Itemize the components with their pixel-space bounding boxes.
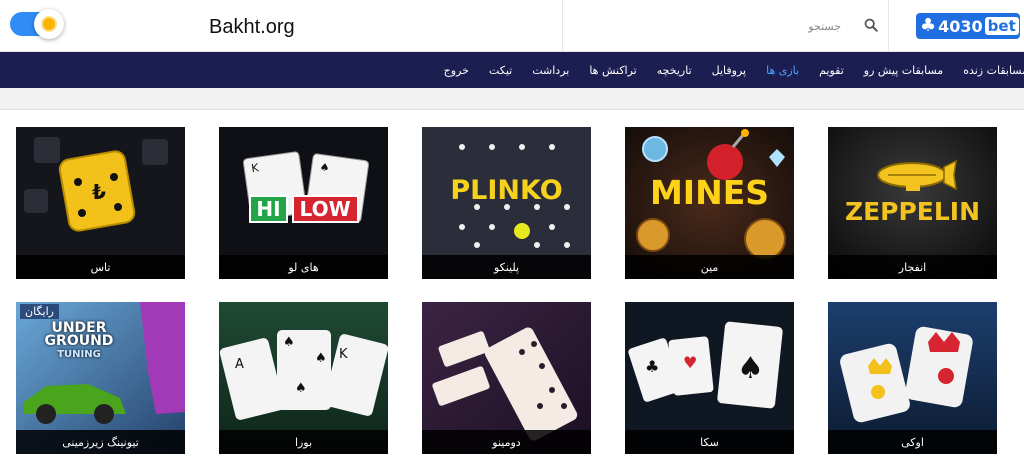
game-label: پلینکو [422, 255, 591, 279]
svg-text:K: K [339, 347, 348, 362]
game-card-okey[interactable]: اوکی [828, 302, 997, 454]
search-icon[interactable] [864, 18, 878, 32]
game-card-domino[interactable]: دومینو [422, 302, 591, 454]
low-title: LOW [291, 195, 359, 223]
nav-item-ticket[interactable]: تیکت [489, 64, 512, 77]
game-card-mines[interactable]: MINES مین [625, 127, 794, 279]
svg-text:♠: ♠ [315, 351, 327, 366]
svg-text:♠: ♠ [319, 160, 331, 174]
hi-title: HI [249, 195, 288, 223]
tuning-title-2: GROUND [44, 333, 114, 349]
game-card-underground-tuning[interactable]: رایگان UNDER GROUND TUNING تیونینگ زیرزم… [16, 302, 185, 454]
svg-text:♥: ♥ [683, 353, 697, 372]
svg-text:₺: ₺ [92, 180, 106, 204]
nav-item-profile[interactable]: پروفایل [712, 64, 746, 77]
sun-icon [34, 9, 64, 39]
game-card-hi-low[interactable]: K ♠ HI LOW های لو [219, 127, 388, 279]
header: Bakht.org ♣ 4030 bet [0, 0, 1024, 52]
nav-item-history[interactable]: تاریخچه [657, 64, 692, 77]
nav-item-live-matches[interactable]: مسابقات زنده [963, 64, 1024, 77]
tuning-title-3: TUNING [57, 349, 101, 360]
brand-logo[interactable]: ♣ 4030 bet [916, 13, 1020, 39]
content-divider [0, 88, 1024, 110]
game-card-plinko[interactable]: PLINKO پلینکو [422, 127, 591, 279]
game-label: تاس [16, 255, 185, 279]
game-card-zeppelin[interactable]: ZEPPELIN انفجار [828, 127, 997, 279]
clubs-icon: ♣ [920, 15, 937, 36]
game-label: های لو [219, 255, 388, 279]
theme-toggle[interactable] [10, 9, 64, 39]
site-name: Bakht.org [209, 16, 295, 38]
free-badge: رایگان [20, 304, 59, 319]
game-label: تیونینگ زیرزمینی [16, 430, 185, 454]
game-label: انفجار [828, 255, 997, 279]
nav-item-transactions[interactable]: تراکنش ها [589, 64, 636, 77]
game-label: مین [625, 255, 794, 279]
nav-item-upcoming-matches[interactable]: مسابقات پیش رو [864, 64, 943, 77]
svg-text:♣: ♣ [645, 357, 659, 376]
game-card-bura[interactable]: A ♠ ♠ ♠ K بورا [219, 302, 388, 454]
logo-word: bet [984, 17, 1019, 35]
nav-item-withdraw[interactable]: برداشت [532, 64, 569, 77]
plinko-title: PLINKO [450, 175, 563, 206]
game-label: اوکی [828, 430, 997, 454]
mines-title: MINES [649, 173, 770, 212]
nav-item-logout[interactable]: خروج [444, 64, 469, 77]
svg-text:♠: ♠ [737, 351, 764, 386]
search-input[interactable] [563, 0, 853, 52]
search-box [562, 0, 889, 52]
game-card-dice[interactable]: ₺ تاس [16, 127, 185, 279]
zeppelin-title: ZEPPELIN [844, 197, 981, 226]
nav-item-calendar[interactable]: تقویم [819, 64, 844, 77]
game-label: دومینو [422, 430, 591, 454]
nav-item-games[interactable]: بازی ها [766, 64, 799, 77]
svg-text:♠: ♠ [283, 335, 295, 350]
game-label: سکا [625, 430, 794, 454]
logo-number: 4030 [938, 16, 983, 36]
game-label: بورا [219, 430, 388, 454]
main-nav: مسابقات زنده مسابقات پیش رو تقویم بازی ه… [0, 52, 1024, 88]
game-card-seka[interactable]: ♣ ♥ ♠ سکا [625, 302, 794, 454]
svg-text:A: A [235, 357, 244, 372]
svg-text:♠: ♠ [295, 381, 307, 396]
